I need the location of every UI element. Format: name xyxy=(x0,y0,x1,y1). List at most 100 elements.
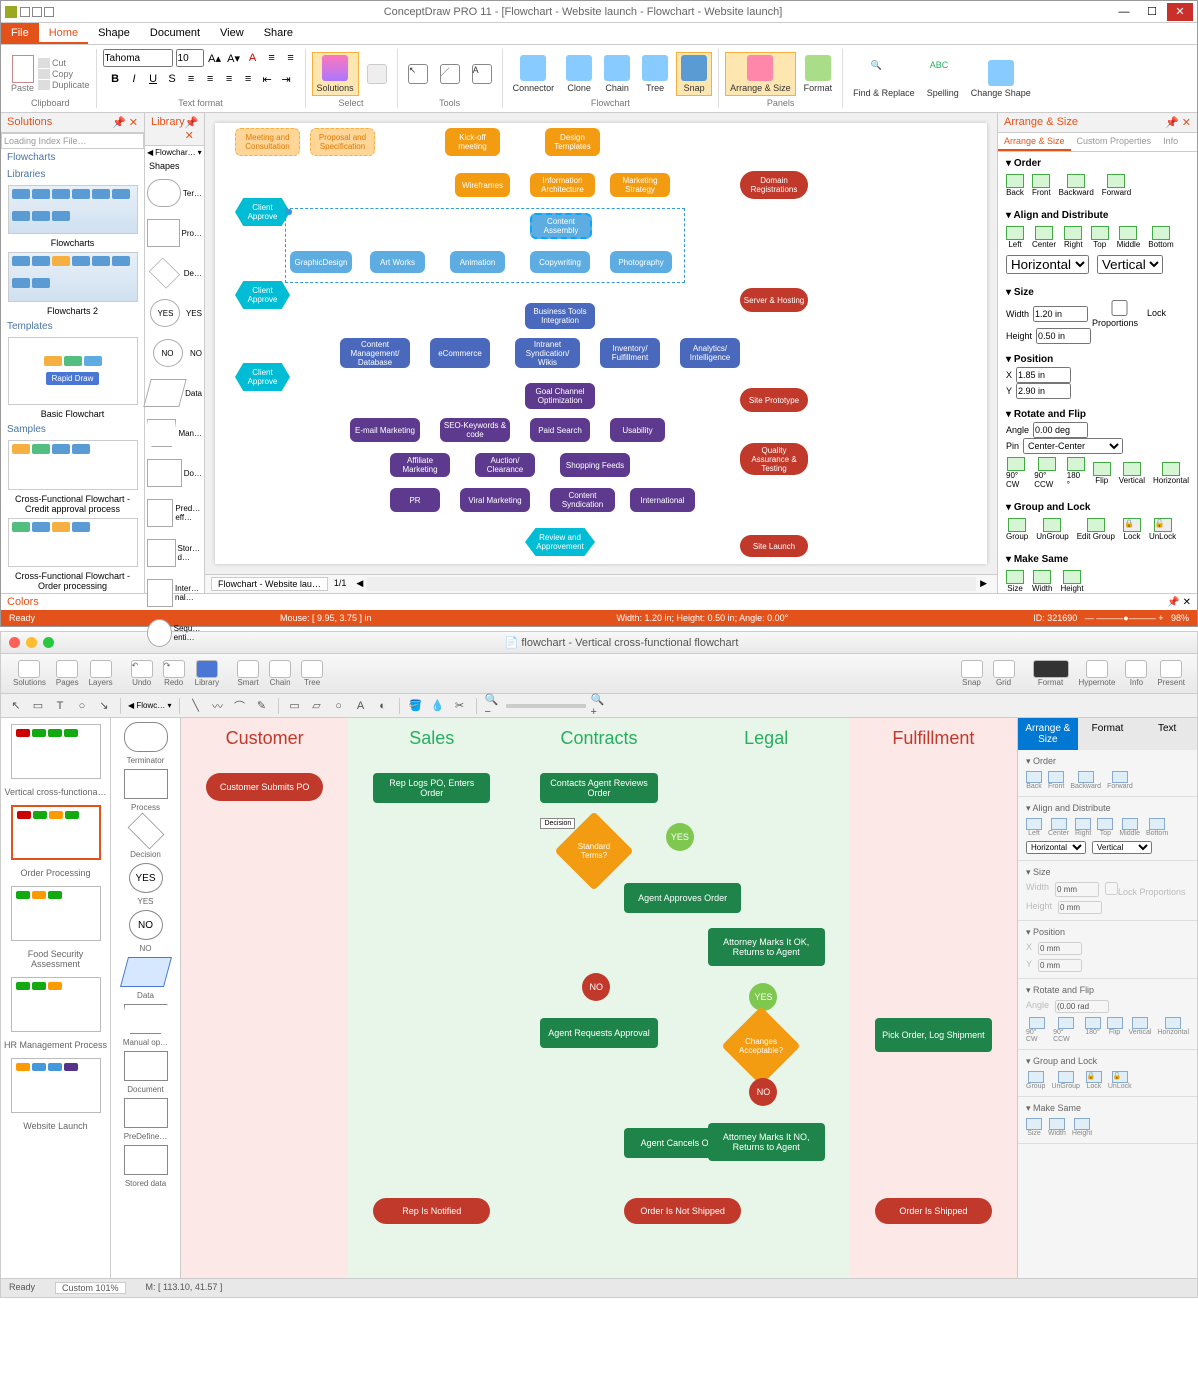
menu-home[interactable]: Home xyxy=(39,23,88,44)
tb-info[interactable]: Info xyxy=(1121,658,1151,689)
lib-predefined[interactable]: Pred…eff… xyxy=(145,493,204,533)
box-info-arch[interactable]: Information Architecture xyxy=(530,173,595,197)
menu-view[interactable]: View xyxy=(210,23,254,44)
mlib-document[interactable] xyxy=(124,1051,168,1081)
ts-pointer[interactable]: ↖ xyxy=(7,697,25,715)
ts-lib-crumb[interactable]: Flowc… xyxy=(136,701,165,710)
ts-line[interactable]: ╲ xyxy=(187,697,205,715)
box-approve-2[interactable]: Client Approve xyxy=(235,281,290,309)
rotate-90cw-button[interactable]: 90° CW xyxy=(1006,457,1026,489)
m-y-input[interactable] xyxy=(1038,959,1082,972)
lib-thumb-flowcharts[interactable] xyxy=(8,185,138,234)
ts-fill[interactable]: 🪣 xyxy=(407,697,425,715)
arrange-pin-icon[interactable]: 📌 ✕ xyxy=(1165,116,1191,129)
strike-button[interactable]: S xyxy=(164,71,180,87)
box-site-launch[interactable]: Site Launch xyxy=(740,535,808,557)
panel-pin-icon[interactable]: 📌 ✕ xyxy=(112,116,138,129)
mbox-contacts-agent[interactable]: Contacts Agent Reviews Order xyxy=(540,773,657,803)
rotate-header[interactable]: Rotate and Flip xyxy=(1014,409,1086,420)
m-r90cw[interactable]: 90° CW xyxy=(1026,1017,1047,1043)
ts-pen[interactable]: ✎ xyxy=(253,697,271,715)
angle-input[interactable] xyxy=(1033,422,1088,438)
box-marketing[interactable]: Marketing Strategy xyxy=(610,173,670,197)
position-header[interactable]: Position xyxy=(1014,354,1053,365)
m-width-input[interactable] xyxy=(1055,882,1099,897)
flip-button[interactable]: Flip xyxy=(1093,462,1111,485)
m-align-center[interactable]: Center xyxy=(1048,818,1069,837)
tb-layers[interactable]: Layers xyxy=(85,658,117,689)
m-lock[interactable]: 🔒Lock xyxy=(1086,1071,1102,1090)
width-input[interactable] xyxy=(1033,306,1088,322)
ts-sh4[interactable]: A xyxy=(352,697,370,715)
align-left-button[interactable]: Left xyxy=(1006,226,1024,249)
lock-button[interactable]: 🔒Lock xyxy=(1123,518,1141,541)
mbox-attorney-ok[interactable]: Attorney Marks It OK, Returns to Agent xyxy=(708,928,825,966)
ts-zoom-out[interactable]: 🔍− xyxy=(484,697,502,715)
flip-h-button[interactable]: Horizontal xyxy=(1153,462,1189,485)
ts-sh3[interactable]: ○ xyxy=(330,697,348,715)
tb-present[interactable]: Present xyxy=(1153,658,1189,689)
height-input[interactable] xyxy=(1036,328,1091,344)
lib-pin-icon[interactable]: 📌✕ xyxy=(185,116,199,142)
ts-arc[interactable]: ⌒ xyxy=(231,697,249,715)
m-ungroup[interactable]: UnGroup xyxy=(1051,1071,1079,1090)
bold-button[interactable]: B xyxy=(107,71,123,87)
m-x-input[interactable] xyxy=(1038,942,1082,955)
box-server-hosting[interactable]: Server & Hosting xyxy=(740,288,808,312)
order-back-button[interactable]: Back xyxy=(1006,174,1024,197)
order-front-button[interactable]: Front xyxy=(1032,174,1051,197)
indent-r-button[interactable]: ⇥ xyxy=(278,71,294,87)
box-wireframes[interactable]: Wireframes xyxy=(455,173,510,197)
align-right-button[interactable]: ≡ xyxy=(283,50,299,66)
box-usability[interactable]: Usability xyxy=(610,418,665,442)
mbox-yes-1[interactable]: YES xyxy=(666,823,694,851)
m-makesame-header[interactable]: Make Same xyxy=(1033,1103,1081,1113)
sample-order[interactable] xyxy=(8,518,138,567)
menu-document[interactable]: Document xyxy=(140,23,210,44)
align-right-button[interactable]: Right xyxy=(1064,226,1083,249)
ts-zoom-in[interactable]: 🔍+ xyxy=(590,697,608,715)
box-meeting[interactable]: Meeting and Consultation xyxy=(235,128,300,156)
m-unlock[interactable]: 🔓UnLock xyxy=(1108,1071,1132,1090)
tool-pointer[interactable]: ↖ xyxy=(404,62,432,86)
mac-close-button[interactable] xyxy=(9,637,20,648)
distribute-v-select[interactable]: Vertical xyxy=(1097,255,1163,274)
mtab-arrange[interactable]: Arrange & Size xyxy=(1018,718,1078,750)
tab-info[interactable]: Info xyxy=(1157,133,1184,151)
tb-undo[interactable]: ↶Undo xyxy=(127,658,157,689)
tb-grid[interactable]: Grid xyxy=(989,658,1019,689)
lib-terminator[interactable]: Ter… xyxy=(145,173,204,213)
arrange-size-button[interactable]: Arrange & Size xyxy=(725,52,796,96)
selection-handles[interactable] xyxy=(285,208,685,283)
qat-save-icon[interactable] xyxy=(44,7,54,17)
box-biz-tools[interactable]: Business Tools Integration xyxy=(525,303,595,329)
mlib-predefined[interactable] xyxy=(124,1098,168,1128)
find-replace-button[interactable]: 🔍Find & Replace xyxy=(849,58,919,100)
tmpl-rapid-draw[interactable]: Rapid Draw xyxy=(8,337,138,406)
colors-pin-icon[interactable]: 📌 ✕ xyxy=(1167,597,1191,608)
box-email-mkt[interactable]: E-mail Marketing xyxy=(350,418,420,442)
mlib-no[interactable]: NO xyxy=(129,910,163,940)
solutions-search[interactable] xyxy=(1,133,144,149)
thumb-food[interactable] xyxy=(11,886,101,941)
canvas[interactable]: Meeting and Consultation Proposal and Sp… xyxy=(205,113,997,593)
mlib-stored[interactable] xyxy=(124,1145,168,1175)
align-c-button[interactable]: ≡ xyxy=(202,71,218,87)
solutions-button[interactable]: Solutions xyxy=(312,52,359,96)
clone-button[interactable]: Clone xyxy=(562,53,596,95)
lib-manual[interactable]: Man… xyxy=(145,413,204,453)
m-align-top[interactable]: Top xyxy=(1097,818,1113,837)
sample-credit[interactable] xyxy=(8,440,138,489)
mlib-terminator[interactable] xyxy=(124,722,168,752)
lib-decision[interactable]: De… xyxy=(145,253,204,293)
canvas-tab-active[interactable]: Flowchart - Website lau… xyxy=(211,577,328,591)
mbox-rep-notified[interactable]: Rep Is Notified xyxy=(373,1198,490,1224)
distribute-h-select[interactable]: Horizontal xyxy=(1006,255,1089,274)
m-dist-v[interactable]: Vertical xyxy=(1092,841,1152,854)
m-ms-height[interactable]: Height xyxy=(1072,1118,1092,1137)
box-paid-search[interactable]: Paid Search xyxy=(530,418,590,442)
ts-sh2[interactable]: ▱ xyxy=(308,697,326,715)
chain-button[interactable]: Chain xyxy=(600,53,634,95)
box-goal-channel[interactable]: Goal Channel Optimization xyxy=(525,383,595,409)
tb-chain[interactable]: Chain xyxy=(265,658,295,689)
